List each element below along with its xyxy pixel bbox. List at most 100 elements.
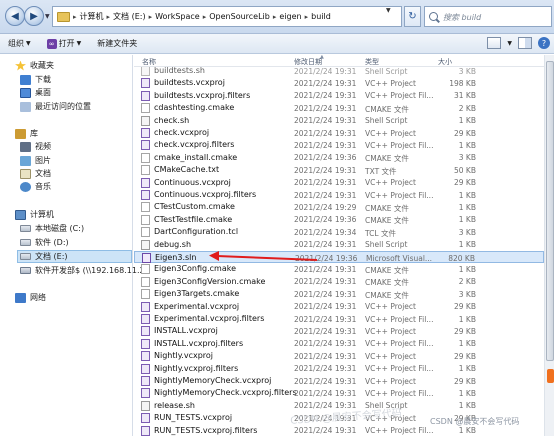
file-row[interactable]: Nightly.vcxproj 2021/2/24 19:31 VC++ Proje…: [134, 350, 544, 362]
nav-network-drive[interactable]: 软件开发部$ (\\192.168.11.21: [20, 264, 150, 277]
file-name: INSTALL.vcxproj.filters: [154, 338, 244, 348]
file-name: CTestCustom.cmake: [154, 202, 235, 212]
file-row[interactable]: buildtests.vcxproj 2021/2/24 19:31 VC++ Pr…: [134, 77, 544, 89]
chevron-right-icon: ▸: [272, 12, 277, 21]
file-row[interactable]: Eigen3.sln 2021/2/24 19:36 Microsoft Visua…: [134, 251, 544, 264]
search-input[interactable]: 搜索 build: [424, 6, 552, 27]
file-date: 2021/2/24 19:31: [294, 264, 357, 274]
file-date: 2021/2/24 19:31: [294, 128, 357, 138]
file-row[interactable]: CMakeCache.txt 2021/2/24 19:31 TXT 文件 50 KB: [134, 164, 544, 176]
nav-drive-e[interactable]: 文档 (E:): [17, 250, 132, 263]
file-row[interactable]: check.vcxproj 2021/2/24 19:31 VC++ Project…: [134, 127, 544, 139]
help-icon[interactable]: ?: [538, 37, 550, 49]
breadcrumb-eigen[interactable]: eigen: [279, 12, 301, 21]
file-row[interactable]: Continuous.vcxproj.filters 2021/2/24 19:3…: [134, 189, 544, 201]
nav-network[interactable]: 网络: [15, 291, 46, 304]
file-row[interactable]: INSTALL.vcxproj 2021/2/24 19:31 VC++ Proje…: [134, 325, 544, 337]
back-button[interactable]: ◀: [5, 6, 25, 26]
open-label: 打开: [58, 39, 75, 48]
file-row[interactable]: check.vcxproj.filters 2021/2/24 19:31 VC++…: [134, 139, 544, 151]
breadcrumb-opensourcelib[interactable]: OpenSourceLib: [209, 12, 270, 21]
breadcrumb-build[interactable]: build: [311, 12, 331, 21]
forward-button[interactable]: ▶: [24, 6, 44, 26]
file-date: 2021/2/24 19:31: [294, 351, 357, 361]
file-type: TCL 文件: [365, 228, 396, 238]
file-size: 2 KB: [458, 277, 476, 287]
document-icon: [20, 168, 31, 179]
refresh-button[interactable]: ↻: [404, 6, 421, 27]
file-row[interactable]: Eigen3Config.cmake 2021/2/24 19:31 CMAKE 文…: [134, 263, 544, 275]
file-name: release.sh: [154, 400, 195, 410]
nav-favorites[interactable]: 收藏夹: [15, 59, 54, 72]
file-row[interactable]: CTestCustom.cmake 2021/2/24 19:29 CMAKE 文件…: [134, 201, 544, 213]
nav-drive-d[interactable]: 软件 (D:): [20, 236, 69, 249]
file-row[interactable]: INSTALL.vcxproj.filters 2021/2/24 19:31 VC…: [134, 338, 544, 350]
nav-music[interactable]: 音乐: [20, 180, 51, 193]
file-row[interactable]: CTestTestfile.cmake 2021/2/24 19:36 CMAKE …: [134, 214, 544, 226]
nav-videos[interactable]: 视频: [20, 140, 51, 153]
file-size: 29 KB: [454, 351, 476, 361]
file-row[interactable]: debug.sh 2021/2/24 19:31 Shell Script 1 KB: [134, 239, 544, 251]
open-button[interactable]: ∞ 打开 ▼: [39, 38, 90, 49]
file-date: 2021/2/24 19:31: [294, 314, 357, 324]
nav-documents[interactable]: 文档: [20, 167, 51, 180]
path-history-dropdown-icon[interactable]: ▼: [386, 7, 391, 14]
breadcrumb-workspace[interactable]: WorkSpace: [155, 12, 200, 21]
watermark: CSDN @晨安不会写代码: [430, 417, 520, 426]
recent-pages-dropdown-icon[interactable]: ▼: [45, 13, 50, 20]
nav-drive-c[interactable]: 本地磁盘 (C:): [20, 222, 84, 235]
column-date[interactable]: 修改日期: [294, 57, 322, 67]
new-folder-label: 新建文件夹: [97, 39, 138, 48]
column-size[interactable]: 大小: [438, 57, 452, 67]
breadcrumb-drive-e[interactable]: 文档 (E:): [113, 11, 146, 22]
file-row[interactable]: Eigen3Targets.cmake 2021/2/24 19:31 CMAKE …: [134, 288, 544, 300]
file-name: NightlyMemoryCheck.vcxproj.filters: [154, 388, 297, 398]
breadcrumb[interactable]: ▸ 计算机 ▸ 文档 (E:) ▸ WorkSpace ▸ OpenSource…: [52, 6, 402, 27]
nav-recent[interactable]: 最近访问的位置: [20, 100, 91, 113]
file-row[interactable]: check.sh 2021/2/24 19:31 Shell Script 1 KB: [134, 115, 544, 127]
file-row[interactable]: NightlyMemoryCheck.vcxproj 2021/2/24 19:3…: [134, 375, 544, 387]
chevron-right-icon: ▸: [304, 12, 309, 21]
file-row[interactable]: DartConfiguration.tcl 2021/2/24 19:34 TCL …: [134, 226, 544, 238]
file-size: 3 KB: [458, 66, 476, 76]
file-name: RUN_TESTS.vcxproj: [154, 413, 233, 423]
file-type: CMAKE 文件: [365, 203, 409, 213]
search-placeholder: 搜索 build: [443, 13, 482, 22]
file-row[interactable]: NightlyMemoryCheck.vcxproj.filters 2021/2…: [134, 387, 544, 399]
picture-icon: [20, 155, 31, 166]
new-folder-button[interactable]: 新建文件夹: [89, 38, 145, 49]
nav-pictures[interactable]: 图片: [20, 154, 51, 167]
file-size: 3 KB: [458, 227, 476, 237]
column-type[interactable]: 类型: [365, 57, 379, 67]
file-type: CMAKE 文件: [365, 265, 409, 275]
file-type: TXT 文件: [365, 166, 397, 176]
nav-computer[interactable]: 计算机: [15, 208, 54, 221]
column-name[interactable]: 名称: [142, 57, 156, 67]
file-type: VC++ Project Fil...: [365, 91, 434, 101]
change-view-icon[interactable]: [487, 37, 502, 49]
file-row[interactable]: Nightly.vcxproj.filters 2021/2/24 19:31 VC…: [134, 363, 544, 375]
preview-pane-icon[interactable]: [518, 37, 532, 49]
file-row[interactable]: Continuous.vcxproj 2021/2/24 19:31 VC++ Pr…: [134, 177, 544, 189]
nav-desktop[interactable]: 桌面: [20, 86, 51, 99]
chevron-down-icon[interactable]: ▼: [507, 40, 512, 47]
file-type: VC++ Project Fil...: [365, 426, 434, 436]
file-list: buildtests.sh 2021/2/24 19:31 Shell Script…: [134, 55, 544, 436]
nav-downloads[interactable]: 下载: [20, 73, 51, 86]
file-name: Experimental.vcxproj.filters: [154, 314, 265, 323]
scrollbar-thumb[interactable]: [546, 61, 554, 361]
file-row[interactable]: cmake_install.cmake 2021/2/24 19:36 CMAKE …: [134, 152, 544, 164]
file-date: 2021/2/24 19:31: [294, 426, 357, 436]
search-icon: [429, 12, 438, 21]
file-row[interactable]: cdashtesting.cmake 2021/2/24 19:31 CMAKE 文…: [134, 102, 544, 114]
organize-button[interactable]: 组织 ▼: [0, 38, 39, 49]
file-row[interactable]: Experimental.vcxproj 2021/2/24 19:31 VC++ …: [134, 301, 544, 313]
nav-libraries[interactable]: 库: [15, 127, 38, 140]
file-size: 3 KB: [458, 289, 476, 299]
breadcrumb-computer[interactable]: 计算机: [80, 11, 104, 22]
file-row[interactable]: Eigen3ConfigVersion.cmake 2021/2/24 19:31…: [134, 276, 544, 288]
file-icon: [141, 214, 150, 225]
file-row[interactable]: Experimental.vcxproj.filters 2021/2/24 19…: [134, 313, 544, 325]
file-row[interactable]: buildtests.vcxproj.filters 2021/2/24 19:3…: [134, 90, 544, 102]
file-icon: [141, 264, 150, 275]
